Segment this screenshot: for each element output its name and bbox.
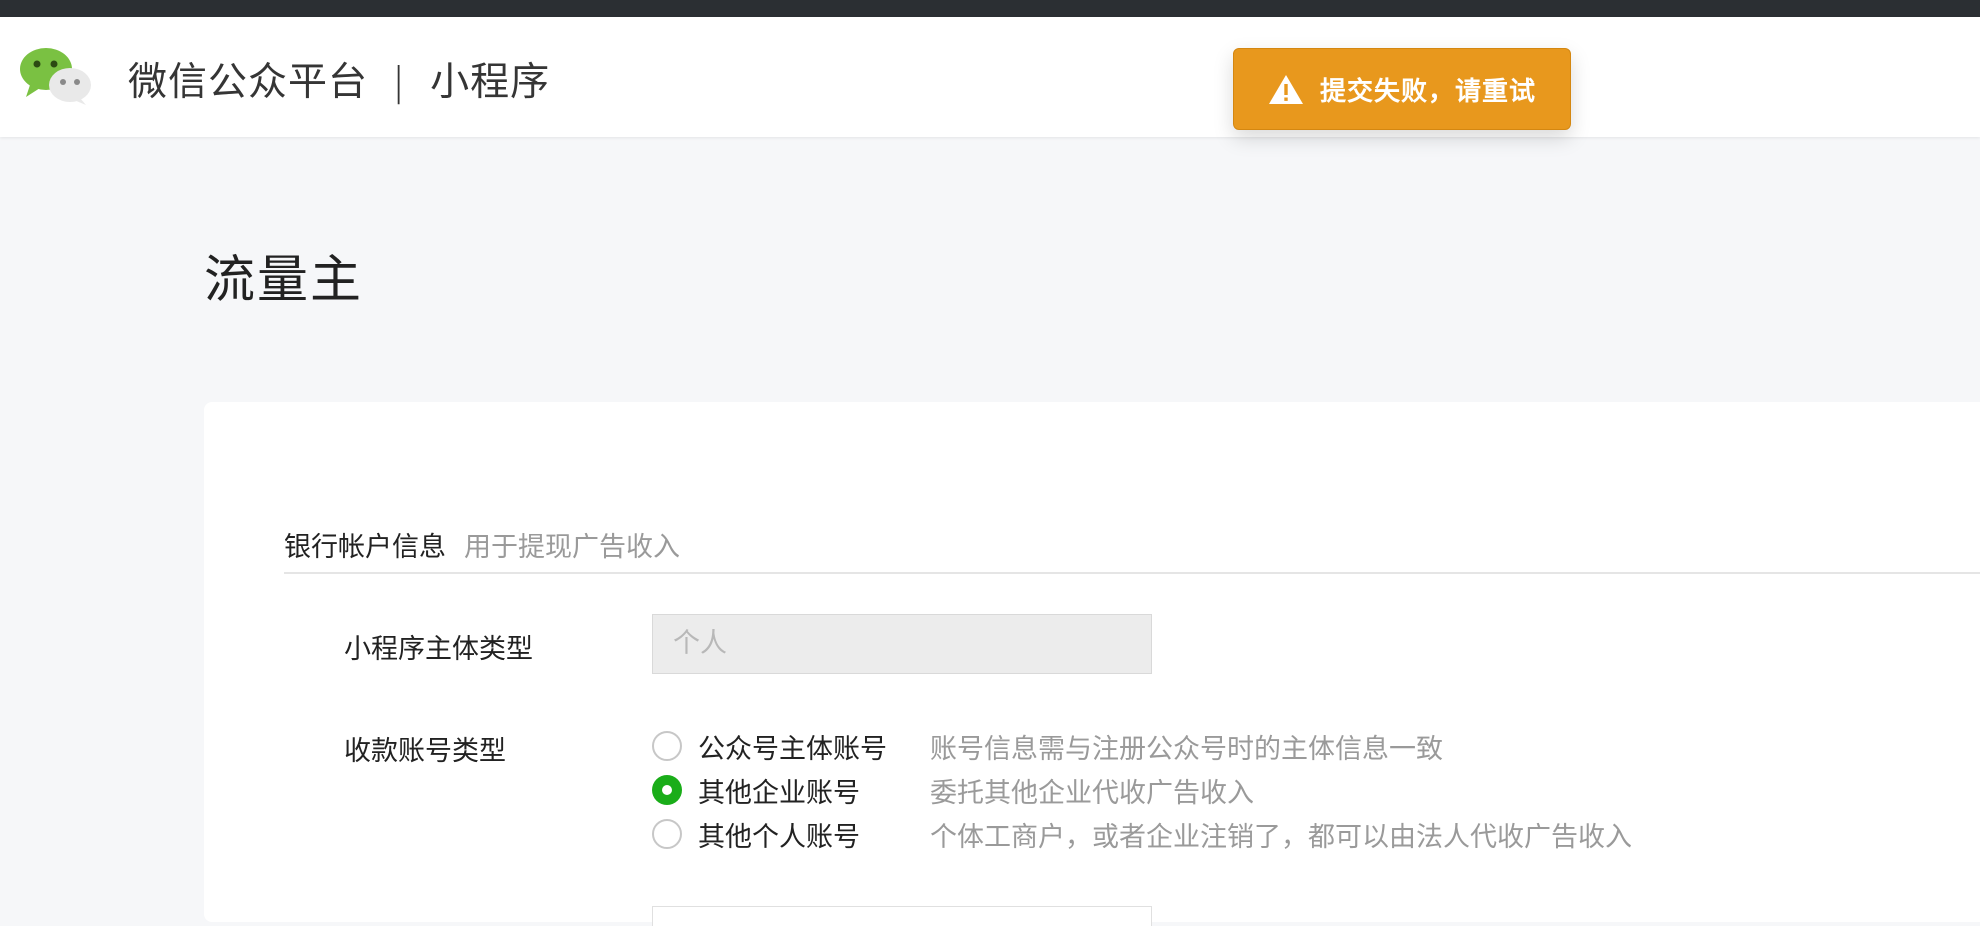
radio-option-description: 账号信息需与注册公众号时的主体信息一致: [930, 733, 1443, 765]
account-type-option-other-personal[interactable]: 其他个人账号 个体工商户，或者企业注销了，都可以由法人代收广告收入: [652, 816, 1632, 853]
section-description: 用于提现广告收入: [464, 532, 680, 563]
toast-message: 提交失败，请重试: [1320, 76, 1537, 107]
entity-type-field: 个人: [652, 614, 1152, 674]
radio-option-description: 个体工商户，或者企业注销了，都可以由法人代收广告收入: [930, 821, 1632, 853]
radio-button-checked[interactable]: [652, 775, 682, 805]
radio-button[interactable]: [652, 731, 682, 761]
product-name: 小程序: [430, 60, 551, 105]
account-type-option-other-company[interactable]: 其他企业账号 委托其他企业代收广告收入: [652, 772, 1254, 809]
account-type-option-official[interactable]: 公众号主体账号 账号信息需与注册公众号时的主体信息一致: [652, 728, 1443, 765]
section-divider: [284, 572, 1980, 574]
radio-button[interactable]: [652, 819, 682, 849]
brand-title[interactable]: 微信公众平台 | 小程序: [128, 51, 550, 107]
wechat-logo-icon[interactable]: [18, 45, 92, 105]
warning-icon: [1269, 75, 1303, 104]
brand-name: 微信公众平台: [128, 60, 369, 105]
radio-option-label: 公众号主体账号: [698, 733, 887, 765]
radio-option-label: 其他个人账号: [698, 821, 860, 853]
radio-option-description: 委托其他企业代收广告收入: [930, 777, 1254, 809]
page-title: 流量主: [204, 251, 364, 310]
top-header: 微信公众平台 | 小程序: [0, 17, 1980, 137]
account-type-label: 收款账号类型: [344, 736, 506, 767]
next-field-input[interactable]: [652, 906, 1152, 926]
section-header: 银行帐户信息 用于提现广告收入: [284, 525, 680, 564]
brand-separator: |: [392, 60, 407, 105]
error-toast: 提交失败，请重试: [1233, 48, 1571, 130]
radio-option-label: 其他企业账号: [698, 777, 860, 809]
entity-type-label: 小程序主体类型: [344, 634, 533, 665]
section-title: 银行帐户信息: [284, 532, 446, 563]
top-dark-strip: [0, 0, 1980, 17]
